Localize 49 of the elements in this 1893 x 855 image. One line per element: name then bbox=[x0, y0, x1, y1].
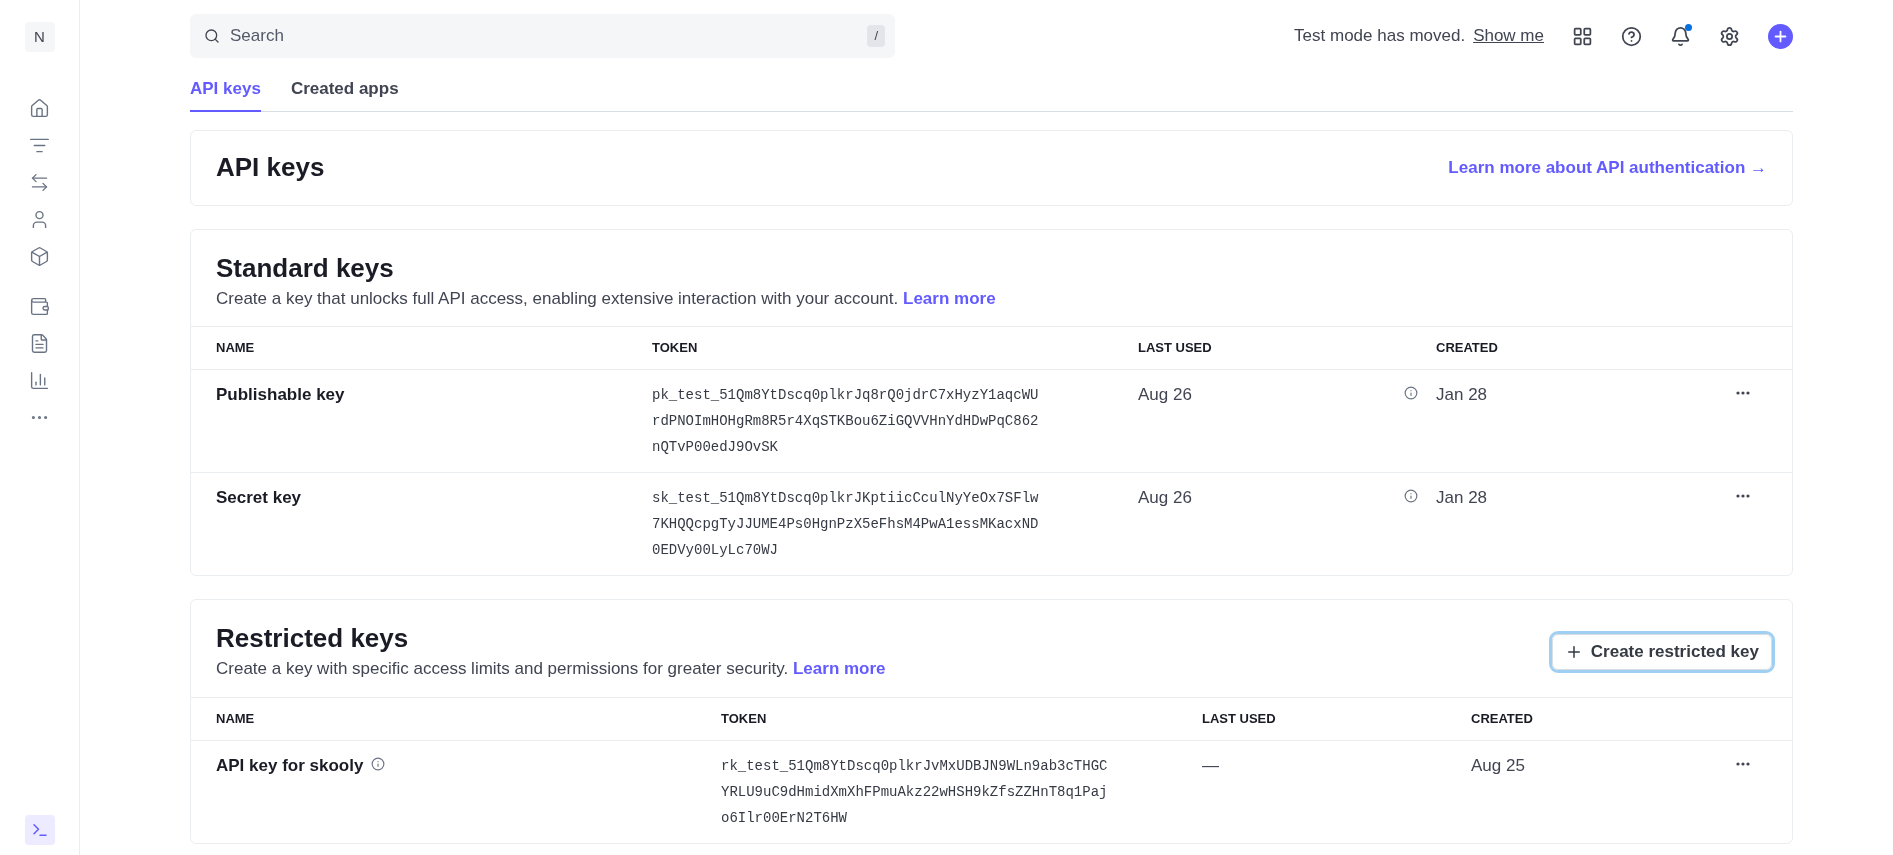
column-header: NAME bbox=[216, 709, 255, 728]
help-icon[interactable] bbox=[1621, 25, 1642, 47]
key-name: API key for skooly bbox=[216, 754, 364, 777]
more-icon bbox=[1736, 391, 1750, 395]
last-used-text: Aug 26 bbox=[1138, 487, 1192, 509]
info-icon[interactable] bbox=[371, 756, 386, 771]
section-description: Create a key that unlocks full API access, enabling extensive interaction with your account. bbox=[216, 288, 899, 308]
column-header: NAME bbox=[216, 339, 255, 358]
column-header: CREATED bbox=[1471, 709, 1533, 728]
section-title: Standard keys bbox=[216, 251, 395, 284]
info-icon[interactable] bbox=[1404, 489, 1418, 503]
learn-more-link[interactable]: Learn more bbox=[792, 659, 886, 678]
key-name: Publishable key bbox=[216, 384, 345, 406]
shortcut-key: / bbox=[867, 25, 885, 47]
created-text: Aug 25 bbox=[1471, 754, 1525, 777]
token-text: rk_test_51Qm8YtDscq0plkrJvMxUDBJN9WLn9ab3cTHGCYRLU9uC9dHmidXmXhFPmuAkz22wHSH9kZfsZZHnT8q1Pajo6Ilr00ErN2T6HW bbox=[721, 756, 1108, 828]
column-header: LAST USED bbox=[1202, 709, 1276, 728]
terminal-icon bbox=[30, 821, 49, 839]
section-title: Restricted keys bbox=[216, 622, 410, 654]
more-icon bbox=[1736, 494, 1750, 498]
column-header: LAST USED bbox=[1138, 339, 1212, 358]
apps-icon[interactable] bbox=[1572, 25, 1593, 47]
more-icon bbox=[1736, 761, 1750, 766]
terminal-button[interactable] bbox=[24, 815, 55, 845]
tab[interactable]: Created apps bbox=[290, 76, 399, 112]
notifications-icon[interactable] bbox=[1670, 25, 1691, 47]
key-name: Secret key bbox=[216, 487, 302, 509]
column-header: TOKEN bbox=[721, 709, 767, 728]
created-text: Jan 28 bbox=[1436, 384, 1488, 406]
settings-icon[interactable] bbox=[1719, 25, 1740, 47]
last-used-text: Aug 26 bbox=[1138, 384, 1192, 406]
notice-text: Test mode has moved. bbox=[1294, 25, 1466, 48]
last-used-text: — bbox=[1202, 754, 1219, 777]
tab[interactable]: API keys bbox=[190, 76, 261, 112]
create-restricted-key-button[interactable]: Create restricted key bbox=[1551, 633, 1772, 670]
show-me-link[interactable]: Show me bbox=[1473, 23, 1544, 49]
create-button[interactable] bbox=[1768, 23, 1793, 49]
column-header: CREATED bbox=[1436, 339, 1498, 358]
token-text: pk_test_51Qm8YtDscq0plkrJq8rQ0jdrC7xHyzY1aqcWUrdPNOImHOHgRm8R5r4XqSTKBou6ZiGQVVHnYdHDwPqC862nQTvP00edJ9OvSK bbox=[652, 386, 1039, 457]
search-icon bbox=[204, 28, 220, 44]
column-header: TOKEN bbox=[652, 339, 698, 358]
learn-more-link[interactable]: Learn more bbox=[903, 288, 996, 308]
section-description: Create a key with specific access limits and permissions for greater security. bbox=[216, 659, 789, 678]
api-auth-link[interactable]: Learn more about API authentication → bbox=[1448, 154, 1767, 181]
info-icon[interactable] bbox=[1404, 386, 1418, 400]
account-avatar[interactable]: N bbox=[24, 22, 55, 52]
created-text: Jan 28 bbox=[1436, 487, 1488, 509]
token-text: sk_test_51Qm8YtDscq0plkrJKptiicCculNyYeOx7SFlw7KHQQcpgTyJJUME4Ps0HgnPzX5eFhsM4PwA1essMKacxND0EDVy00LyLc70WJ bbox=[652, 489, 1039, 560]
page-title: API keys bbox=[216, 151, 325, 184]
